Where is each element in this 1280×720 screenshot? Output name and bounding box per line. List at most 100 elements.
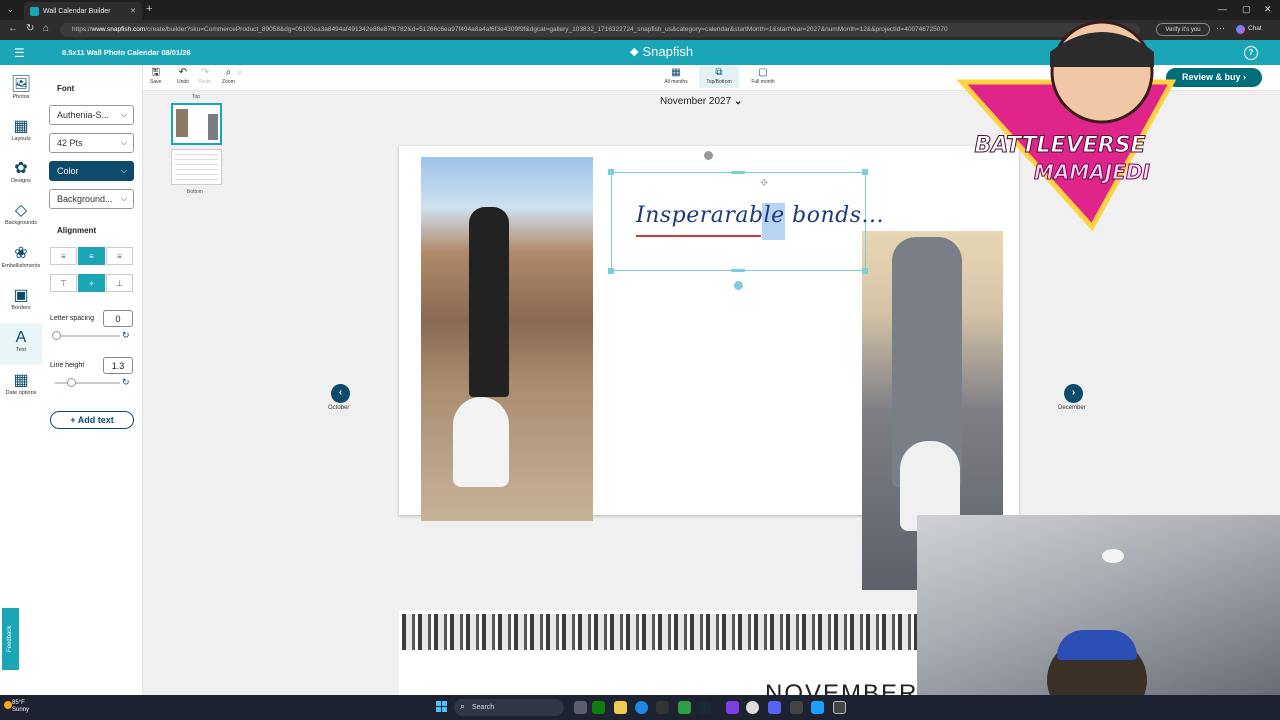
font-family-select[interactable]: Authenia-S... ⌵ xyxy=(49,105,134,125)
font-size-select[interactable]: 42 Pts ⌵ xyxy=(49,133,134,153)
rail-item-backgrounds[interactable]: ◇ Backgrounds xyxy=(0,196,42,238)
xbox-icon[interactable] xyxy=(592,701,605,714)
hamburger-menu-icon[interactable]: ☰ xyxy=(14,46,25,60)
add-text-button[interactable]: + Add text xyxy=(50,411,134,429)
align-right-icon[interactable]: ≡ xyxy=(106,247,133,265)
thumbnail-top[interactable] xyxy=(171,103,222,145)
weather-widget[interactable]: 85°F Sunny xyxy=(12,700,29,714)
task-view-icon[interactable] xyxy=(574,701,587,714)
steam-icon[interactable] xyxy=(698,701,711,714)
rail-item-borders[interactable]: ▣ Borders xyxy=(0,281,42,323)
resize-handle[interactable] xyxy=(862,268,868,274)
redo-button[interactable]: ↷ Redo xyxy=(199,67,211,85)
letter-spacing-knob[interactable] xyxy=(52,331,61,340)
back-icon[interactable]: ← xyxy=(8,23,18,34)
reload-icon[interactable]: ↻ xyxy=(26,23,34,34)
move-icon[interactable]: ✥ xyxy=(760,178,768,189)
view-all-months[interactable]: ▦ All months xyxy=(656,66,696,88)
copilot-icon[interactable] xyxy=(1236,25,1245,34)
chevron-down-icon: ⌄ xyxy=(733,96,743,107)
prev-month-label[interactable]: October xyxy=(328,405,349,411)
resize-handle[interactable] xyxy=(862,169,868,175)
month-label: November 2027 xyxy=(660,96,732,107)
file-explorer-icon[interactable] xyxy=(614,701,627,714)
edge-icon[interactable] xyxy=(635,701,648,714)
prev-month-icon[interactable]: ‹ xyxy=(331,384,350,403)
more-icon[interactable]: ⋯ xyxy=(1216,23,1225,34)
line-height-knob[interactable] xyxy=(67,378,76,387)
photo-subject xyxy=(469,207,509,397)
minimize-icon[interactable]: — xyxy=(1218,4,1227,14)
thumb-photo xyxy=(176,109,188,137)
thumbnail-bottom[interactable] xyxy=(171,149,222,185)
rail-item-date-options[interactable]: ▦ Date options xyxy=(0,366,42,408)
rail-item-label: Layouts xyxy=(11,136,31,142)
weather-sun-icon xyxy=(4,701,12,709)
rotate-handle-icon[interactable] xyxy=(734,281,743,290)
view-label: Top/Bottom xyxy=(706,79,732,85)
text-icon: A xyxy=(15,329,27,346)
discord-icon[interactable] xyxy=(768,701,781,714)
windows-start-icon[interactable] xyxy=(436,701,448,713)
rail-item-layouts[interactable]: ▦ Layouts xyxy=(0,112,42,154)
rail-item-photos[interactable]: 🖼 Photos xyxy=(0,70,42,112)
resize-handle[interactable] xyxy=(608,268,614,274)
view-label: All months xyxy=(664,79,688,85)
reset-icon[interactable]: ↻ xyxy=(122,377,130,388)
streamer-cap xyxy=(1057,630,1137,660)
rail-item-label: Borders xyxy=(11,305,31,311)
align-bottom-icon[interactable]: ⊥ xyxy=(106,274,133,292)
maximize-icon[interactable]: ▢ xyxy=(1242,4,1251,15)
chat-label[interactable]: Chat xyxy=(1248,25,1262,32)
resize-handle[interactable] xyxy=(731,171,745,174)
calendar-text[interactable]: Insperarable bonds... xyxy=(636,203,884,228)
save-button[interactable]: 🖫 Save xyxy=(150,67,161,85)
undo-button[interactable]: ↶ Undo xyxy=(177,67,189,85)
line-height-input[interactable]: 1.3 xyxy=(103,357,133,374)
tab-menu-icon[interactable]: ⌄ xyxy=(7,5,14,14)
photo-slot-left[interactable] xyxy=(421,157,593,521)
app-icon[interactable] xyxy=(811,701,824,714)
next-month-icon[interactable]: › xyxy=(1064,384,1083,403)
background-select[interactable]: Background... ⌵ xyxy=(49,189,134,209)
close-tab-icon[interactable]: ✕ xyxy=(130,7,136,15)
backgrounds-icon: ◇ xyxy=(14,202,28,219)
home-icon[interactable]: ⌂ xyxy=(43,23,49,34)
ceiling-light xyxy=(1102,549,1124,563)
project-title[interactable]: 8.5x11 Wall Photo Calendar 08/01/26 xyxy=(62,48,191,57)
month-selector[interactable]: November 2027 ⌄ xyxy=(660,96,742,107)
color-select[interactable]: Color ⌵ xyxy=(49,161,134,181)
letter-spacing-slider[interactable] xyxy=(55,335,120,337)
rail-item-designs[interactable]: ✿ Designs xyxy=(0,154,42,196)
resize-handle[interactable] xyxy=(731,269,745,272)
view-full-month[interactable]: ▢ Full month xyxy=(743,66,783,88)
taskbar-search[interactable]: Search xyxy=(454,699,564,716)
app-icon[interactable] xyxy=(790,701,803,714)
align-left-icon[interactable]: ≡ xyxy=(50,247,77,265)
obs-icon[interactable] xyxy=(746,701,759,714)
thumb-top-label: Top xyxy=(192,94,201,100)
zoom-out-button[interactable]: ⌕ xyxy=(237,67,243,79)
rail-item-embellishments[interactable]: ❀ Embellishments xyxy=(0,239,42,281)
align-center-icon[interactable]: ≡ xyxy=(78,247,105,265)
align-top-icon[interactable]: ⊤ xyxy=(50,274,77,292)
zoom-button[interactable]: ⌕ Zoom xyxy=(222,67,235,85)
app-icon[interactable] xyxy=(726,701,739,714)
next-month-label[interactable]: December xyxy=(1058,405,1086,411)
view-top-bottom[interactable]: ⧉ Top/Bottom xyxy=(699,66,739,88)
new-tab-icon[interactable]: + xyxy=(146,3,152,15)
line-height-slider[interactable] xyxy=(55,382,120,384)
browser-tab[interactable]: Wall Calendar Builder ✕ xyxy=(24,2,142,20)
close-window-icon[interactable]: ✕ xyxy=(1264,4,1272,15)
feedback-tab[interactable]: Feedback xyxy=(2,608,19,670)
letter-spacing-input[interactable]: 0 xyxy=(103,310,133,327)
rail-item-text[interactable]: A Text xyxy=(0,323,42,365)
reset-icon[interactable]: ↻ xyxy=(122,330,130,341)
align-middle-icon[interactable]: + xyxy=(78,274,105,292)
app-icon[interactable] xyxy=(678,701,691,714)
help-icon[interactable]: ? xyxy=(1244,46,1258,60)
active-app-icon[interactable] xyxy=(833,701,846,714)
embellishments-icon: ❀ xyxy=(14,245,28,262)
resize-handle[interactable] xyxy=(608,169,614,175)
epic-games-icon[interactable] xyxy=(656,701,669,714)
